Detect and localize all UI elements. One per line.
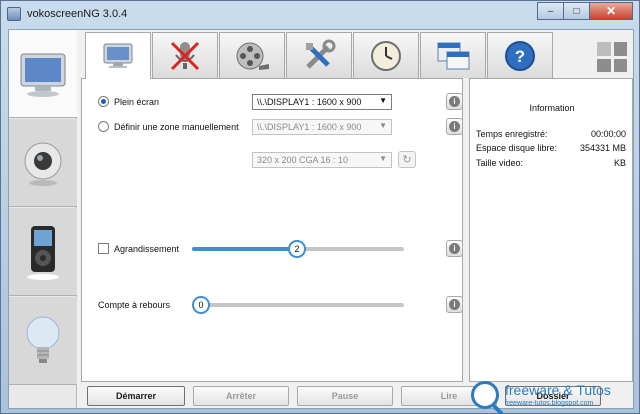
maximize-button[interactable]: □ xyxy=(563,2,589,20)
sidebar xyxy=(9,30,77,408)
tab-video[interactable] xyxy=(219,32,285,78)
info-row-time: Temps enregistré: 00:00:00 xyxy=(476,129,626,139)
layout-grid-icon[interactable] xyxy=(597,42,627,72)
svg-text:?: ? xyxy=(515,47,525,66)
magnify-slider-fill xyxy=(192,247,298,251)
app-icon xyxy=(7,7,21,21)
tab-help[interactable]: ? xyxy=(487,32,553,78)
folders-icon xyxy=(437,42,470,69)
fullscreen-display-value: \\.\DISPLAY1 : 1600 x 900 xyxy=(257,97,362,107)
info-icon: i xyxy=(449,243,460,254)
countdown-slider[interactable] xyxy=(192,303,404,307)
title-bar[interactable]: vokoscreenNG 3.0.4 – □ ✕ xyxy=(1,1,639,27)
information-panel: Information Temps enregistré: 00:00:00 E… xyxy=(469,78,633,382)
info-icon: i xyxy=(449,96,460,107)
chevron-down-icon: ▼ xyxy=(379,96,387,105)
area-info-button[interactable]: i xyxy=(446,118,463,135)
info-row-size: Taille video: KB xyxy=(476,158,626,168)
watermark-url: freeware-tutos.blogspot.com xyxy=(505,400,594,407)
app-window: vokoscreenNG 3.0.4 – □ ✕ ? Plein écran \… xyxy=(0,0,640,414)
clock-icon xyxy=(371,40,401,71)
countdown-info-button[interactable]: i xyxy=(446,296,463,313)
magnify-checkbox[interactable] xyxy=(98,243,109,254)
help-icon: ? xyxy=(505,40,535,71)
info-icon: i xyxy=(449,121,460,132)
area-label: Définir une zone manuellement xyxy=(114,122,239,132)
start-button[interactable]: Démarrer xyxy=(87,386,185,406)
fullscreen-label: Plein écran xyxy=(114,97,160,107)
countdown-slider-handle[interactable]: 0 xyxy=(192,296,210,314)
info-label: Espace disque libre: xyxy=(476,143,558,153)
film-reel-icon xyxy=(236,42,269,70)
webcam-icon xyxy=(24,142,62,186)
monitor-icon xyxy=(20,53,66,97)
chevron-down-icon: ▼ xyxy=(379,154,387,163)
window-controls: – □ ✕ xyxy=(537,2,633,20)
microphone-muted-icon xyxy=(170,41,200,70)
area-size-select[interactable]: 320 x 200 CGA 16 : 10 ▼ xyxy=(252,152,392,168)
refresh-icon: ↻ xyxy=(402,154,412,166)
client-area: ? Plein écran \\.\DISPLAY1 : 1600 x 900 … xyxy=(8,29,634,409)
area-size-value: 320 x 200 CGA 16 : 10 xyxy=(257,155,349,165)
watermark: freeware & Tutos freeware-tutos.blogspot… xyxy=(471,379,639,413)
fullscreen-display-select[interactable]: \\.\DISPLAY1 : 1600 x 900 ▼ xyxy=(252,94,392,110)
sidebar-item-screen[interactable] xyxy=(9,30,77,118)
tab-timer[interactable] xyxy=(353,32,419,78)
sidebar-item-webcam[interactable] xyxy=(9,119,77,207)
info-value: 00:00:00 xyxy=(590,129,626,139)
magnify-info-button[interactable]: i xyxy=(446,240,463,257)
info-row-disk: Espace disque libre: 354331 MB xyxy=(476,143,626,153)
tab-folders[interactable] xyxy=(420,32,486,78)
close-button[interactable]: ✕ xyxy=(589,2,633,20)
fullscreen-info-button[interactable]: i xyxy=(446,93,463,110)
tab-screen[interactable] xyxy=(85,32,151,79)
sidebar-item-tips[interactable] xyxy=(9,297,77,385)
magnifier-logo-icon xyxy=(471,381,499,409)
chevron-down-icon: ▼ xyxy=(379,121,387,130)
info-icon: i xyxy=(449,299,460,310)
screen-icon xyxy=(103,43,133,68)
information-title: Information xyxy=(529,103,575,113)
tab-bar: ? xyxy=(77,30,633,79)
refresh-area-button[interactable]: ↻ xyxy=(398,151,416,168)
lightbulb-icon xyxy=(26,316,60,363)
pause-button[interactable]: Pause xyxy=(297,386,393,406)
info-label: Temps enregistré: xyxy=(476,129,548,139)
countdown-label: Compte à rebours xyxy=(98,300,171,310)
sidebar-item-player[interactable] xyxy=(9,208,77,296)
fullscreen-radio[interactable] xyxy=(98,96,109,107)
window-title: vokoscreenNG 3.0.4 xyxy=(27,8,128,20)
tools-icon xyxy=(306,39,336,69)
stop-button[interactable]: Arrêter xyxy=(193,386,289,406)
info-value: 354331 MB xyxy=(579,143,626,153)
tab-settings[interactable] xyxy=(286,32,352,78)
magnify-slider-handle[interactable]: 2 xyxy=(288,240,306,258)
area-display-value: \\.\DISPLAY1 : 1600 x 900 xyxy=(257,122,362,132)
area-radio[interactable] xyxy=(98,121,109,132)
area-display-select[interactable]: \\.\DISPLAY1 : 1600 x 900 ▼ xyxy=(252,119,392,135)
screen-settings-panel: Plein écran \\.\DISPLAY1 : 1600 x 900 ▼ … xyxy=(81,78,463,382)
media-player-icon xyxy=(27,225,59,280)
tab-audio[interactable] xyxy=(152,32,218,78)
watermark-name: freeware & Tutos xyxy=(505,382,611,398)
magnify-label: Agrandissement xyxy=(114,244,180,254)
minimize-button[interactable]: – xyxy=(537,2,563,20)
info-label: Taille video: xyxy=(476,158,524,168)
info-value: KB xyxy=(613,158,626,168)
